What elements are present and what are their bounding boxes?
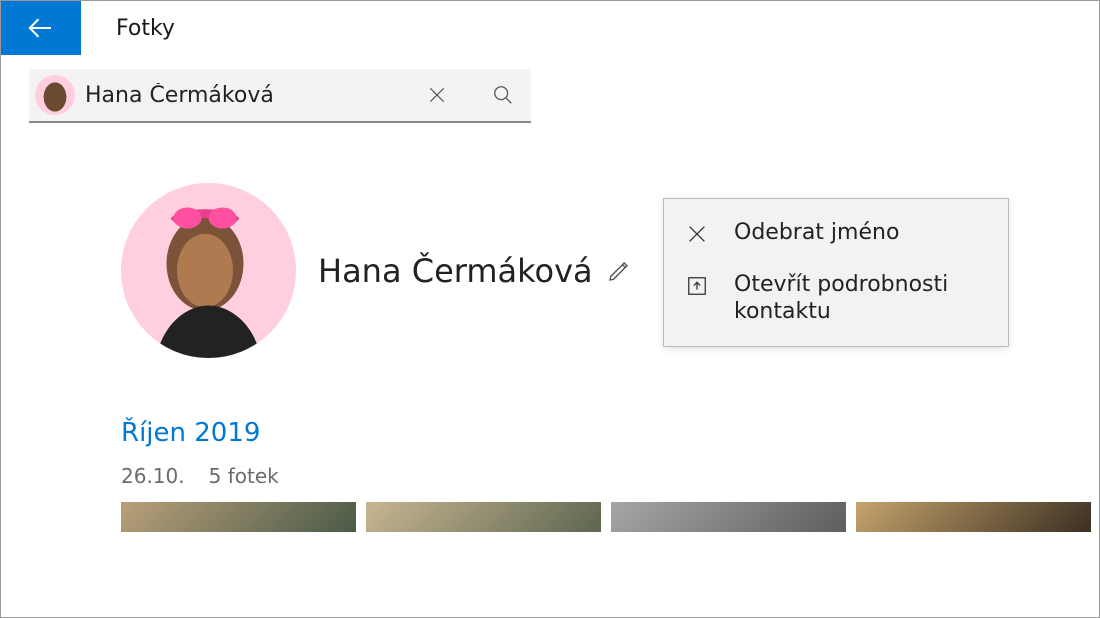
search-icon xyxy=(492,84,514,106)
photo-thumbnail[interactable] xyxy=(366,502,601,532)
close-icon xyxy=(427,85,447,105)
clear-search-button[interactable] xyxy=(409,68,465,122)
menu-item-label: Odebrat jméno xyxy=(734,219,899,247)
section-count: 5 fotek xyxy=(209,464,279,488)
back-button[interactable] xyxy=(1,1,81,55)
edit-name-button[interactable] xyxy=(607,259,631,283)
photo-thumbnail[interactable] xyxy=(121,502,356,532)
person-avatar xyxy=(121,183,296,358)
section-date: 26.10. xyxy=(121,464,185,488)
photo-thumbnail[interactable] xyxy=(856,502,1091,532)
search-button[interactable] xyxy=(475,68,531,122)
person-name: Hana Čermáková xyxy=(318,252,593,290)
arrow-left-icon xyxy=(26,13,56,43)
month-heading[interactable]: Říjen 2019 xyxy=(121,418,1099,448)
search-bar[interactable] xyxy=(29,69,531,123)
pencil-icon xyxy=(607,259,631,283)
menu-item-label: Otevřít podrobnosti kontaktu xyxy=(734,271,974,326)
open-contact-icon xyxy=(686,275,712,297)
menu-item-remove-name[interactable]: Odebrat jméno xyxy=(664,207,1008,259)
app-title: Fotky xyxy=(116,16,175,41)
search-input[interactable] xyxy=(85,83,399,108)
menu-item-open-contact[interactable]: Otevřít podrobnosti kontaktu xyxy=(664,259,1008,338)
close-icon xyxy=(686,223,712,245)
person-context-menu: Odebrat jméno Otevřít podrobnosti kontak… xyxy=(663,198,1009,347)
photo-thumbnail[interactable] xyxy=(611,502,846,532)
search-result-avatar xyxy=(35,75,75,115)
